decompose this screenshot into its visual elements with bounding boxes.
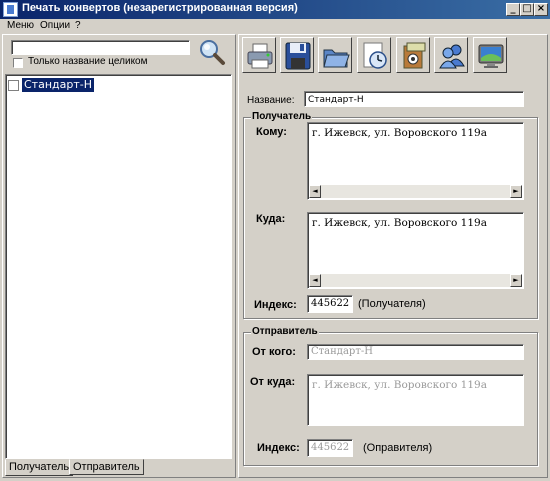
recipient-index-label: Индекс: (254, 299, 297, 311)
from-whom-label: От кого: (252, 346, 296, 358)
menu-item-options[interactable]: Опции (40, 20, 70, 31)
maximize-button[interactable]: □ (520, 3, 534, 16)
name-field[interactable]: Стандарт-Н (304, 91, 524, 107)
open-button[interactable] (318, 37, 352, 73)
menu-item-menu[interactable]: Меню (7, 20, 34, 31)
settings-button[interactable] (396, 37, 430, 73)
clock-icon (363, 42, 387, 69)
settings-icon (403, 42, 426, 69)
window-title: Печать конвертов (незарегистрированная в… (22, 2, 298, 14)
from-where-field[interactable]: г. Ижевск, ул. Воровского 119а (307, 374, 524, 426)
app-icon (3, 2, 18, 17)
menu-bar: Меню Опции ? (0, 19, 550, 33)
sender-index-field[interactable]: 445622 (307, 439, 353, 457)
whole-name-checkbox[interactable] (13, 58, 23, 68)
recipient-index-field[interactable]: 445622 (307, 295, 353, 313)
from-where-text: г. Ижевск, ул. Воровского 119а (312, 379, 487, 391)
recipient-index-note: (Получателя) (358, 298, 426, 310)
to-where-field[interactable]: г. Ижевск, ул. Воровского 119а ◄ ► (307, 212, 524, 289)
sender-index-note: (Оправителя) (363, 442, 433, 454)
printer-icon (247, 43, 273, 69)
close-button[interactable]: × (534, 3, 548, 16)
sender-index-label: Индекс: (257, 442, 300, 454)
search-icon[interactable] (197, 38, 227, 68)
name-label: Название: (247, 95, 295, 106)
tree-node-box[interactable] (8, 80, 19, 91)
scroll-left-icon[interactable]: ◄ (309, 185, 321, 198)
scroll-left-icon[interactable]: ◄ (309, 274, 321, 287)
horizontal-scrollbar[interactable]: ◄ ► (309, 274, 522, 287)
save-button[interactable] (280, 37, 314, 73)
contacts-button[interactable] (434, 37, 468, 73)
minimize-button[interactable]: _ (506, 3, 520, 16)
floppy-disk-icon (285, 42, 311, 70)
history-button[interactable] (357, 37, 391, 73)
open-folder-icon (323, 49, 350, 68)
tree-view[interactable] (5, 74, 232, 459)
users-icon (439, 44, 465, 69)
tab-sender[interactable]: Отправитель (69, 459, 144, 475)
scroll-right-icon[interactable]: ► (510, 185, 522, 198)
whole-name-label: Только название целиком (28, 56, 148, 67)
recipient-group-title: Получатель (251, 111, 313, 122)
print-button[interactable] (242, 37, 276, 73)
to-where-text: г. Ижевск, ул. Воровского 119а (312, 217, 487, 229)
tree-item-label: Стандарт-Н (22, 78, 94, 92)
from-whom-field[interactable]: Стандарт-Н (307, 344, 524, 360)
sender-group-title: Отправитель (251, 326, 319, 337)
search-input[interactable] (11, 40, 190, 55)
from-where-label: От куда: (250, 376, 296, 388)
to-whom-field[interactable]: г. Ижевск, ул. Воровского 119а ◄ ► (307, 122, 524, 200)
to-whom-label: Кому: (256, 126, 287, 138)
horizontal-scrollbar[interactable]: ◄ ► (309, 185, 522, 198)
monitor-icon (478, 44, 504, 68)
title-bar: Печать конвертов (незарегистрированная в… (0, 0, 550, 19)
scroll-right-icon[interactable]: ► (510, 274, 522, 287)
to-where-label: Куда: (256, 213, 286, 225)
display-button[interactable] (473, 37, 507, 73)
to-whom-text: г. Ижевск, ул. Воровского 119а (312, 127, 487, 139)
tab-recipient[interactable]: Получатель (5, 459, 74, 476)
menu-item-help[interactable]: ? (75, 20, 81, 31)
